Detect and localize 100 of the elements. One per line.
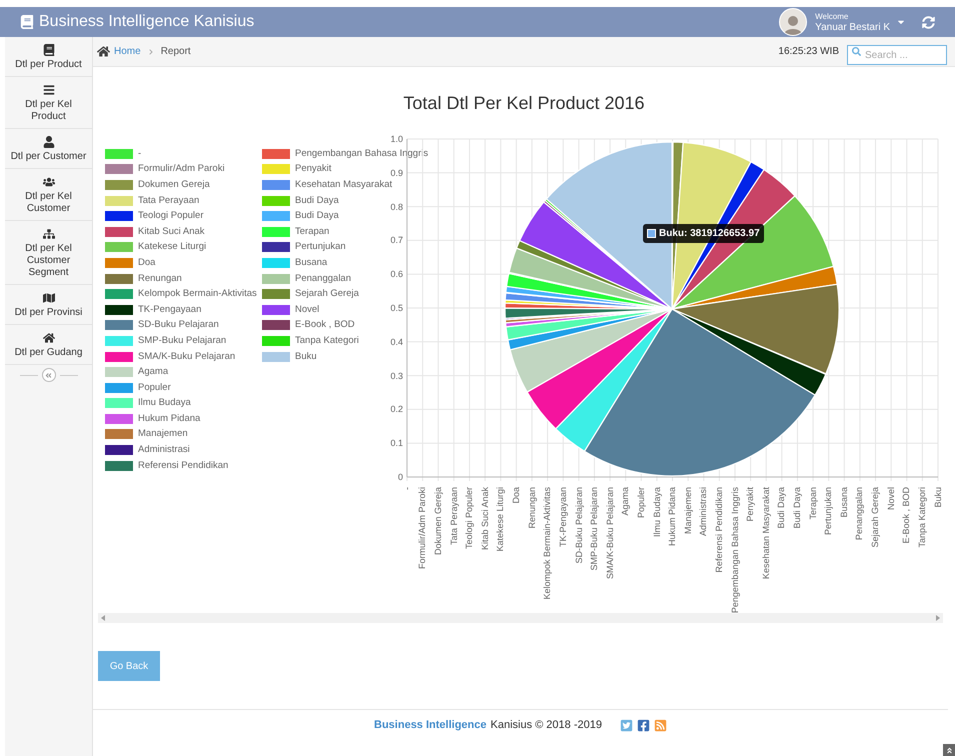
legend-label[interactable]: Formulir/Adm Paroki xyxy=(138,163,225,176)
chevron-icon xyxy=(148,48,154,54)
legend-label[interactable]: SMP-Buku Pelajaran xyxy=(138,334,226,347)
legend-label[interactable]: Terapan xyxy=(295,226,330,238)
y-tick-label: 0.3 xyxy=(389,370,404,382)
scroll-right-icon[interactable] xyxy=(936,615,940,621)
chart-title: Total Dtl Per Kel Product 2016 xyxy=(402,92,646,114)
x-axis-label: Dokumen Gereja xyxy=(433,487,444,556)
legend-label[interactable]: Kesehatan Masyarakat xyxy=(295,178,392,191)
y-tick-label: 0.4 xyxy=(389,336,404,348)
legend-label[interactable]: Ilmu Budaya xyxy=(138,397,191,410)
sidebar-item[interactable]: Dtl per Customer xyxy=(5,129,92,169)
x-axis-label: Kitab Suci Anak xyxy=(480,487,491,550)
scroll-left-icon[interactable] xyxy=(101,615,105,621)
home-link[interactable]: Home xyxy=(114,44,141,59)
x-axis-label: Referensi Pendidikan xyxy=(714,487,725,573)
legend-label[interactable]: Busana xyxy=(295,256,328,269)
footer-brand: Business Intelligence xyxy=(374,718,486,733)
x-axis-label: TK-Pengayaan xyxy=(558,487,569,548)
x-axis-label: Doa xyxy=(511,487,522,504)
legend-label[interactable]: Buku xyxy=(295,350,317,363)
avatar[interactable] xyxy=(779,8,808,36)
y-tick-label: 0.1 xyxy=(389,437,404,450)
x-axis-label: Populer xyxy=(636,487,647,518)
refresh-icon[interactable] xyxy=(922,16,935,28)
sidebar-item[interactable]: Dtl per Kel Customer xyxy=(5,169,92,221)
sitemap-icon xyxy=(42,228,54,240)
search-field[interactable]: Search ... xyxy=(847,45,947,65)
legend-label[interactable]: - xyxy=(138,148,142,160)
horizontal-scrollbar[interactable] xyxy=(98,613,943,623)
tooltip-text: Buku: 3819126653.97 xyxy=(659,227,760,241)
app-title: Business Intelligence Kanisius xyxy=(39,12,254,32)
clock-text: 16:25:23 WIB xyxy=(778,45,839,59)
collapse-button[interactable] xyxy=(42,368,56,382)
user-name[interactable]: Yanuar Bestari K xyxy=(815,22,890,33)
legend-label[interactable]: Agama xyxy=(138,366,168,378)
legend-label[interactable]: Sejarah Gereja xyxy=(295,288,359,300)
legend-label[interactable]: Doa xyxy=(138,256,156,269)
y-tick-label: 0.7 xyxy=(389,234,404,246)
legend-label[interactable]: SD-Buku Pelajaran xyxy=(138,319,219,332)
legend-label[interactable]: TK-Pengayaan xyxy=(138,304,202,316)
legend-label[interactable]: Budi Daya xyxy=(295,194,339,207)
legend-label[interactable]: Pengembangan Bahasa Inggris xyxy=(295,148,428,160)
x-axis-label: Agama xyxy=(620,487,632,516)
legend-label[interactable]: Tata Perayaan xyxy=(138,194,200,207)
legend-label[interactable]: Penyakit xyxy=(295,163,332,176)
rss-icon[interactable] xyxy=(654,718,667,732)
x-axis-label: Budi Daya xyxy=(792,487,804,529)
x-axis-label: Tata Perayaan xyxy=(448,487,460,546)
legend-label[interactable]: Katekese Liturgi xyxy=(138,241,206,254)
y-tick-label: 0.5 xyxy=(389,302,404,314)
legend-label[interactable]: Teologi Populer xyxy=(138,210,204,222)
twitter-icon[interactable] xyxy=(620,718,633,732)
x-axis-label: Kelompok Bermain-Aktivitas xyxy=(542,487,554,600)
x-axis-label: Tanpa Kategori xyxy=(916,487,928,548)
legend-label[interactable]: Populer xyxy=(138,382,171,394)
y-tick-label: 0.6 xyxy=(389,268,404,280)
sidebar-item[interactable]: Dtl per Kel Product xyxy=(5,77,92,129)
book-icon xyxy=(20,15,34,29)
legend-label[interactable]: Kitab Suci Anak xyxy=(138,226,205,238)
users-icon xyxy=(42,176,54,188)
x-axis-label: Budi Daya xyxy=(776,487,788,529)
legend-label[interactable]: Renungan xyxy=(138,272,182,285)
legend-label[interactable]: E-Book , BOD xyxy=(295,319,355,332)
x-axis-label: Sejarah Gereja xyxy=(870,487,882,548)
legend-label[interactable]: Tanpa Kategori xyxy=(295,334,359,347)
x-axis-label: Hukum Pidana xyxy=(667,487,678,546)
user-icon xyxy=(42,136,54,148)
breadcrumb-current: Report xyxy=(160,45,191,59)
sidebar-item[interactable]: Dtl per Kel Customer Segment xyxy=(5,221,92,285)
pie-drawing[interactable] xyxy=(504,141,840,476)
search-icon xyxy=(852,47,861,56)
legend-label[interactable]: Manajemen xyxy=(138,428,188,440)
legend-label[interactable]: Pertunjukan xyxy=(295,241,346,254)
x-axis-label: Terapan xyxy=(808,487,819,520)
facebook-icon[interactable] xyxy=(636,718,650,732)
legend-label[interactable]: SMA/K-Buku Pelajaran xyxy=(138,350,236,363)
scroll-top-button[interactable] xyxy=(943,744,955,756)
x-axis-label: E-Book , BOD xyxy=(901,487,912,544)
x-axis-label: Manajemen xyxy=(682,487,694,534)
legend-label[interactable]: Hukum Pidana xyxy=(138,412,200,425)
legend-label[interactable]: Administrasi xyxy=(138,444,190,456)
legend-label[interactable]: Penanggalan xyxy=(295,272,351,285)
x-axis-label: Penanggalan xyxy=(854,487,866,540)
legend-label[interactable]: Kelompok Bermain-Aktivitas xyxy=(138,288,257,300)
x-axis-label: Administrasi xyxy=(698,487,710,536)
sidebar-item[interactable]: Dtl per Gudang xyxy=(5,325,92,365)
sidebar-item[interactable]: Dtl per Product xyxy=(5,37,92,77)
legend-label[interactable]: Novel xyxy=(295,304,320,316)
legend-label[interactable]: Referensi Pendidikan xyxy=(138,460,228,472)
scroll-up-icon xyxy=(946,746,952,754)
legend-label[interactable]: Budi Daya xyxy=(295,210,339,222)
y-tick-label: 1.0 xyxy=(389,133,404,145)
x-axis-label: Pengembangan Bahasa Inggris xyxy=(730,487,741,614)
home-icon xyxy=(97,45,110,58)
x-axis-label: Buku xyxy=(932,487,944,508)
sidebar-item[interactable]: Dtl per Provinsi xyxy=(5,285,92,325)
legend-label[interactable]: Dokumen Gereja xyxy=(138,178,210,191)
x-axis-label: Pertunjukan xyxy=(823,487,834,536)
x-axis-label: Renungan xyxy=(526,487,538,529)
